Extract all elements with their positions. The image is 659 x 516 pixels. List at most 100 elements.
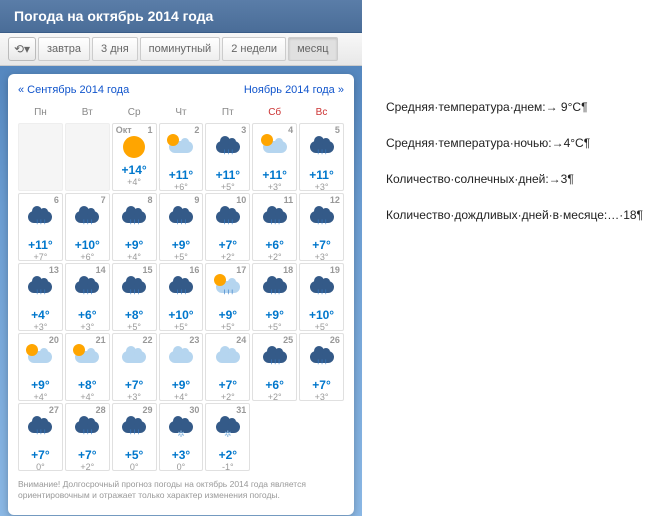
period-tab-2[interactable]: поминутный [140, 37, 221, 61]
day-cell[interactable]: 9╵╵╵+9°+5° [159, 193, 204, 261]
cloud-icon [206, 351, 249, 379]
day-cell[interactable]: 3╵╵╵+11°+5° [205, 123, 250, 191]
day-number: 21 [96, 335, 106, 345]
temp-lo: +7° [19, 252, 62, 263]
temp-lo: +3° [66, 322, 109, 333]
temp-hi: +9° [160, 379, 203, 391]
day-number: 1 [148, 125, 153, 135]
rain-icon: ╵╵╵ [160, 211, 203, 239]
disclaimer-text: Внимание! Долгосрочный прогноз погоды на… [18, 479, 344, 501]
temp-lo: +3° [253, 182, 296, 193]
rain-icon: ╵╵╵ [160, 281, 203, 309]
day-cell[interactable]: 7╵╵╵+10°+6° [65, 193, 110, 261]
temp-lo: +3° [19, 322, 62, 333]
day-cell[interactable]: 28╵╵╵+7°+2° [65, 403, 110, 471]
day-number: 27 [49, 405, 59, 415]
weekday-label: Ср [112, 104, 157, 121]
day-number: 17 [236, 265, 246, 275]
day-cell[interactable]: 26╵╵╵+7°+3° [299, 333, 344, 401]
period-tab-4[interactable]: месяц [288, 37, 337, 61]
temp-lo: +2° [66, 462, 109, 473]
stat-line: Средняя·температура·днем:→ 9°С¶ [386, 100, 643, 114]
calendar-grid: 1Окт+14°+4°2+11°+6°3╵╵╵+11°+5°4+11°+3°5╵… [18, 123, 344, 471]
rain-icon: ╵╵╵ [113, 281, 156, 309]
month-label: Окт [116, 125, 132, 135]
weekday-label: Пт [205, 104, 250, 121]
temp-hi: +6° [253, 239, 296, 251]
stat-line: Количество·дождливых·дней·в·месяце:…·18¶ [386, 208, 643, 222]
day-cell[interactable]: 25╵╵╵+6°+2° [252, 333, 297, 401]
day-cell[interactable]: 16╵╵╵+10°+5° [159, 263, 204, 331]
day-cell[interactable]: 13╵╵╵+4°+3° [18, 263, 63, 331]
rain-icon: ╵╵╵ [19, 211, 62, 239]
temp-hi: +7° [66, 449, 109, 461]
day-cell[interactable]: 10╵╵╵+7°+2° [205, 193, 250, 261]
temp-lo: +3° [113, 392, 156, 403]
next-month-link[interactable]: Ноябрь 2014 года » [244, 84, 344, 96]
day-cell[interactable]: 8╵╵╵+9°+4° [112, 193, 157, 261]
day-cell[interactable]: 19╵╵╵+10°+5° [299, 263, 344, 331]
sun-icon [113, 136, 156, 164]
day-cell[interactable]: 27╵╵╵+7°0° [18, 403, 63, 471]
temp-lo: +3° [300, 392, 343, 403]
day-number: 7 [101, 195, 106, 205]
temp-hi: +3° [160, 449, 203, 461]
history-dropdown[interactable]: ⟲▾ [8, 37, 36, 61]
day-cell[interactable]: 31✲+2°-1° [205, 403, 250, 471]
widget-title: Погода на октябрь 2014 года [0, 0, 362, 33]
temp-lo: +5° [300, 322, 343, 333]
rain-icon: ╵╵╵ [19, 281, 62, 309]
day-number: 20 [49, 335, 59, 345]
temp-lo: +2° [206, 252, 249, 263]
prev-month-link[interactable]: « Сентябрь 2014 года [18, 84, 129, 96]
period-tab-0[interactable]: завтра [38, 37, 90, 61]
day-cell[interactable]: 6╵╵╵+11°+7° [18, 193, 63, 261]
day-number: 23 [189, 335, 199, 345]
day-number: 25 [283, 335, 293, 345]
day-number: 22 [143, 335, 153, 345]
day-number: 18 [283, 265, 293, 275]
day-cell[interactable]: 18╵╵╵+9°+5° [252, 263, 297, 331]
day-cell[interactable]: 20+9°+4° [18, 333, 63, 401]
day-cell[interactable]: 22+7°+3° [112, 333, 157, 401]
day-cell[interactable]: 30✲+3°0° [159, 403, 204, 471]
temp-lo: +3° [300, 182, 343, 193]
rain-icon: ╵╵╵ [253, 211, 296, 239]
rain-icon: ╵╵╵ [66, 211, 109, 239]
day-cell[interactable]: 11╵╵╵+6°+2° [252, 193, 297, 261]
temp-hi: +9° [160, 239, 203, 251]
day-number: 8 [148, 195, 153, 205]
day-number: 11 [284, 195, 294, 205]
day-cell[interactable]: 15╵╵╵+8°+5° [112, 263, 157, 331]
day-cell[interactable]: 23+9°+4° [159, 333, 204, 401]
day-cell[interactable]: 29╵╵╵+5°0° [112, 403, 157, 471]
pc-icon [19, 351, 62, 379]
temp-hi: +11° [253, 169, 296, 181]
day-cell[interactable]: 5╵╵╵+11°+3° [299, 123, 344, 191]
temp-lo: +6° [160, 182, 203, 193]
day-cell[interactable]: 4+11°+3° [252, 123, 297, 191]
temp-hi: +11° [206, 169, 249, 181]
temp-lo: +5° [160, 252, 203, 263]
day-cell[interactable]: 14╵╵╵+6°+3° [65, 263, 110, 331]
day-cell[interactable]: 2+11°+6° [159, 123, 204, 191]
temp-hi: +9° [253, 309, 296, 321]
temp-hi: +11° [19, 239, 62, 251]
temp-lo: 0° [160, 462, 203, 473]
period-tab-3[interactable]: 2 недели [222, 37, 286, 61]
day-cell[interactable]: 24+7°+2° [205, 333, 250, 401]
temp-lo: +6° [66, 252, 109, 263]
day-cell[interactable]: 1Окт+14°+4° [112, 123, 157, 191]
weather-widget: Погода на октябрь 2014 года ⟲▾ завтра3 д… [0, 0, 362, 516]
cloud-icon [113, 351, 156, 379]
period-tab-1[interactable]: 3 дня [92, 37, 138, 61]
temp-lo: 0° [19, 462, 62, 473]
temp-hi: +8° [66, 379, 109, 391]
calendar: « Сентябрь 2014 года Ноябрь 2014 года » … [8, 74, 354, 515]
day-cell[interactable]: 21+8°+4° [65, 333, 110, 401]
day-cell[interactable]: 17╵╵╵+9°+5° [205, 263, 250, 331]
temp-hi: +14° [113, 164, 156, 176]
cloud-icon [160, 351, 203, 379]
temp-lo: +5° [206, 322, 249, 333]
day-cell[interactable]: 12╵╵╵+7°+3° [299, 193, 344, 261]
